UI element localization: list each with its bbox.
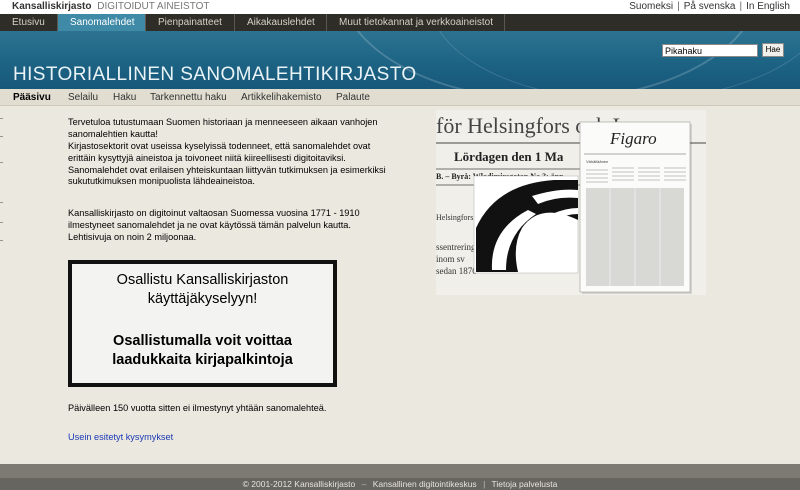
tab-etusivu[interactable]: Etusivu [0,14,58,31]
figaro-subline: Vähälläänen [586,159,608,164]
footer-links: © 2001-2012 Kansalliskirjasto – Kansalli… [0,479,800,489]
date-line-text: Lördagen den 1 Ma [454,149,564,164]
figaro-masthead: Figaro [609,129,657,148]
tab-aikakauslehdet[interactable]: Aikakauslehdet [235,14,327,31]
lang-separator: | [677,1,680,12]
intro-text: Tervetuloa tutustumaan Suomen historiaan… [68,117,378,139]
footer-link-kansalliskirjasto[interactable]: Kansalliskirjasto [294,479,355,489]
survey-promo-banner[interactable]: Osallistu Kansalliskirjaston käyttäjäkys… [68,260,337,387]
brand-subtitle: DIGITOIDUT AINEISTOT [97,1,210,12]
newspaper-collage-image: för Helsingfors och L Lördagen den 1 Ma … [436,110,706,295]
tab-sanomalehdet[interactable]: Sanomalehdet [58,14,146,31]
subtab-tarkennettu-haku[interactable]: Tarkennettu haku [150,92,227,103]
brand-name: Kansalliskirjasto [12,1,92,12]
subtab-paasivu[interactable]: Pääsivu [13,92,51,103]
tab-pienpainatteet[interactable]: Pienpainatteet [146,14,235,31]
footer-copyright: © 2001-2012 [242,479,292,489]
footer: © 2001-2012 Kansalliskirjasto – Kansalli… [0,464,800,490]
site-title: HISTORIALLINEN SANOMALEHTIKIRJASTO [13,64,417,85]
edge-mark [0,136,3,137]
promo-prize-text: Osallistumalla voit voittaa laadukkaita … [112,333,293,368]
zoomed-print-fragment [473,175,579,274]
edge-mark [0,162,3,163]
lang-finnish[interactable]: Suomeksi [629,1,673,12]
language-switcher: Suomeksi | På svenska | In English [629,1,790,12]
figaro-page-thumbnail: Figaro Vähälläänen [579,121,692,294]
edge-mark [0,118,3,119]
subtab-selailu[interactable]: Selailu [68,92,98,103]
faq-link[interactable]: Usein esitetyt kysymykset [68,432,173,442]
footer-link-tietoja[interactable]: Tietoja palvelusta [492,479,558,489]
footer-separator: | [483,479,486,489]
sub-nav: Pääsivu Selailu Haku Tarkennettu haku Ar… [0,89,800,106]
digitization-paragraph: Kansalliskirjasto on digitoinut valtaosa… [68,208,360,242]
edge-mark [0,240,3,241]
today-note: Päivälleen 150 vuotta sitten ei ilmestyn… [68,403,327,413]
body-line-text: inom sv [436,254,465,264]
body-line-text: sedan 1870 [436,266,477,276]
tab-muut-tietokannat[interactable]: Muut tietokannat ja verkkoaineistot [327,14,505,31]
edge-mark [0,222,3,223]
edge-mark [0,202,3,203]
promo-headline: Osallistu Kansalliskirjaston käyttäjäkys… [116,272,289,307]
main-content: Tervetuloa tutustumaan Suomen historiaan… [0,106,800,464]
main-nav: Etusivu Sanomalehdet Pienpainatteet Aika… [0,14,800,31]
search-input[interactable] [662,44,758,57]
subtab-artikkelihakemisto[interactable]: Artikkelihakemisto [241,92,322,103]
lang-separator: | [739,1,743,12]
brand[interactable]: Kansalliskirjasto DIGITOIDUT AINEISTOT [12,1,210,12]
body-line-text: ssentrering [436,242,476,252]
search-button[interactable]: Hae [762,43,784,57]
subtab-haku[interactable]: Haku [113,92,136,103]
footer-link-digitointikeskus[interactable]: Kansallinen digitointikeskus [373,479,477,489]
banner: HISTORIALLINEN SANOMALEHTIKIRJASTO Hae [0,31,800,89]
side-heading-text: Helsingfors [436,213,473,222]
lang-swedish[interactable]: På svenska [684,1,736,12]
top-bar: Kansalliskirjasto DIGITOIDUT AINEISTOT S… [0,0,800,14]
lang-english[interactable]: In English [746,1,790,12]
subtab-palaute[interactable]: Palaute [336,92,370,103]
footer-separator: – [361,479,367,489]
library-paragraph: Kirjastosektorit ovat useissa kyselyissä… [68,141,386,187]
